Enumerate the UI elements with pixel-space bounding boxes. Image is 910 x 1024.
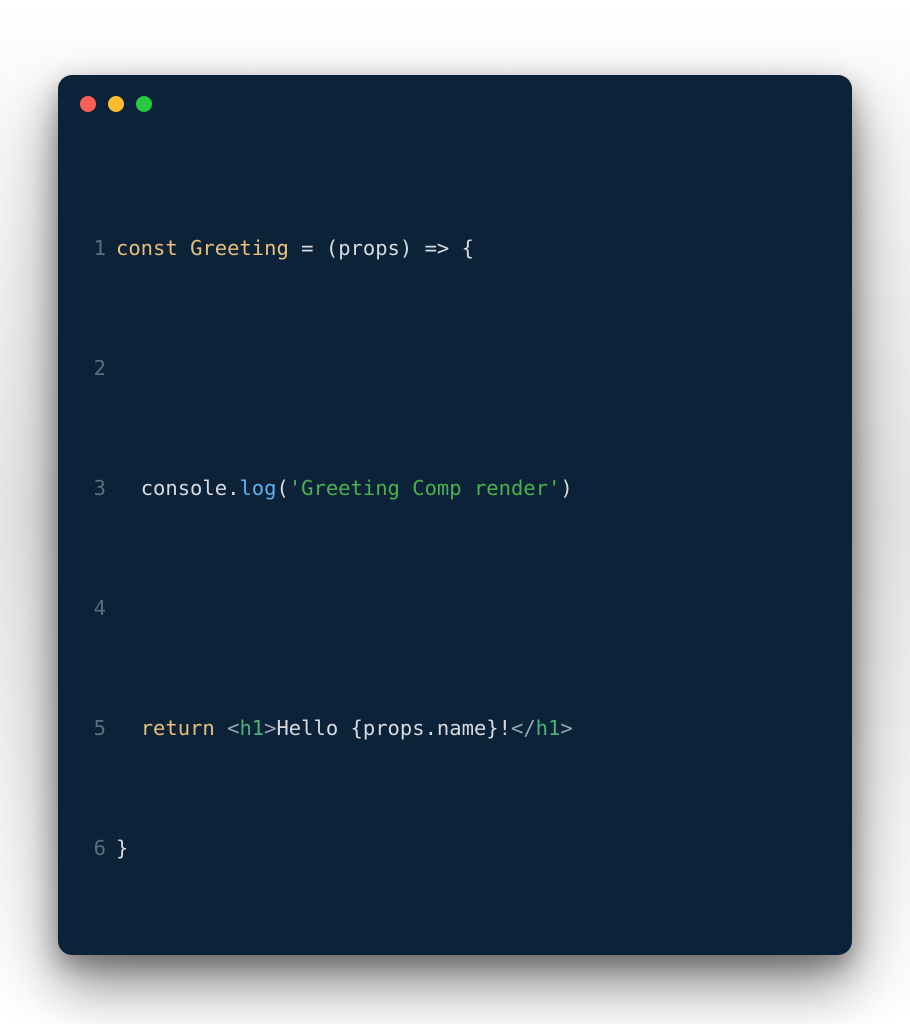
code-content (116, 593, 852, 623)
code-content: } (116, 833, 852, 863)
code-editor: 1 const Greeting = (props) => { 2 3 cons… (58, 133, 852, 955)
code-line: 5 return <h1>Hello {props.name}!</h1> (58, 713, 852, 743)
code-content (116, 353, 852, 383)
line-number: 5 (58, 713, 116, 743)
code-content: return <h1>Hello {props.name}!</h1> (116, 713, 852, 743)
line-number: 1 (58, 233, 116, 263)
line-number: 3 (58, 473, 116, 503)
minimize-icon[interactable] (108, 96, 124, 112)
line-number: 7 (58, 953, 116, 955)
line-number: 2 (58, 353, 116, 383)
window-titlebar (58, 75, 852, 133)
code-content: const Greeting = (props) => { (116, 233, 852, 263)
code-line: 6 } (58, 833, 852, 863)
code-window: 1 const Greeting = (props) => { 2 3 cons… (58, 75, 852, 955)
code-line: 2 (58, 353, 852, 383)
line-number: 4 (58, 593, 116, 623)
code-line: 1 const Greeting = (props) => { (58, 233, 852, 263)
zoom-icon[interactable] (136, 96, 152, 112)
code-content: console.log('Greeting Comp render') (116, 473, 852, 503)
close-icon[interactable] (80, 96, 96, 112)
code-line: 4 (58, 593, 852, 623)
line-number: 6 (58, 833, 116, 863)
code-line: 3 console.log('Greeting Comp render') (58, 473, 852, 503)
code-line: 7 (58, 953, 852, 955)
code-content (116, 953, 852, 955)
